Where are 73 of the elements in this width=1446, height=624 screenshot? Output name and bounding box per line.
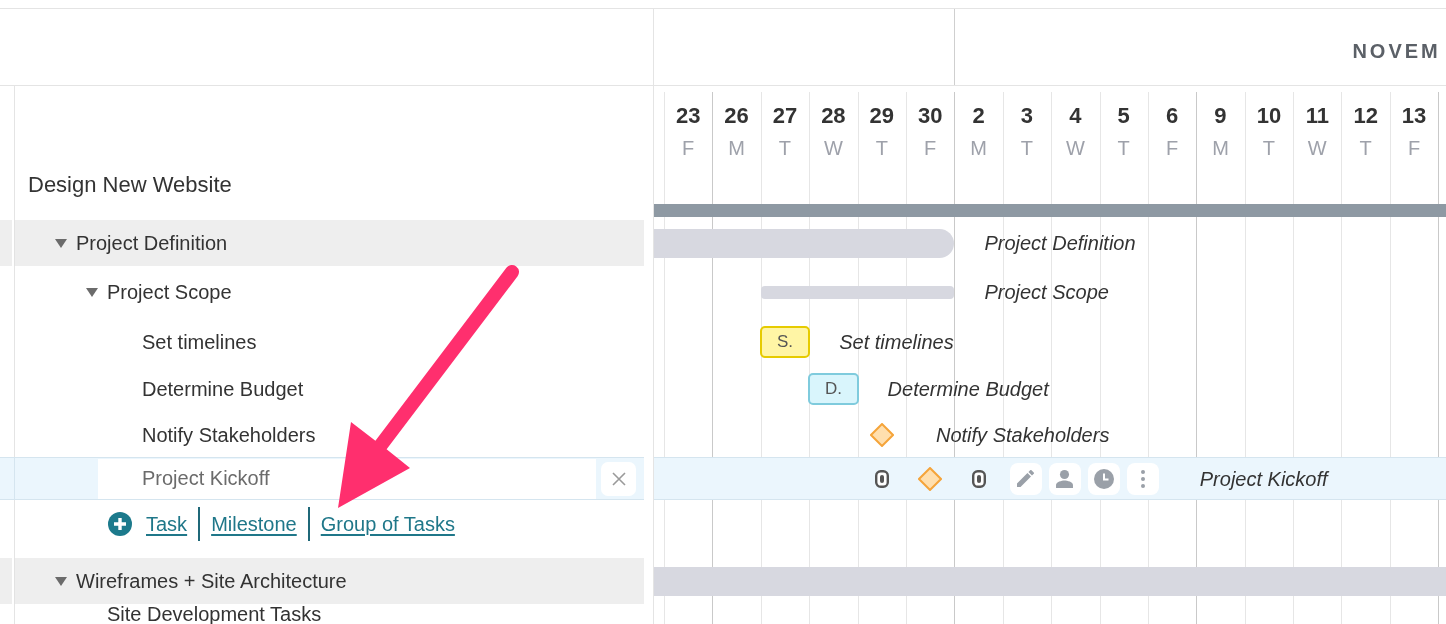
bar-label: Notify Stakeholders — [936, 422, 1110, 447]
person-icon — [1056, 469, 1074, 488]
day-number: 3 — [1020, 103, 1034, 129]
weekday-label: T — [1020, 136, 1034, 160]
day-number: 9 — [1214, 103, 1227, 129]
weekday-label: F — [682, 136, 695, 160]
add-link[interactable]: Task — [146, 512, 188, 536]
group-name[interactable]: Wireframes + Site Architecture — [76, 571, 347, 591]
day-number: 30 — [917, 103, 943, 129]
day-number: 27 — [772, 103, 798, 129]
bar-label: Project Definition — [984, 231, 1136, 255]
weekday-label: F — [1166, 136, 1179, 160]
pill-handle-icon[interactable] — [971, 469, 986, 488]
bar-label: Project Kickoff — [1199, 466, 1328, 491]
weekday-label: M — [970, 136, 987, 160]
caret-down-icon[interactable] — [86, 287, 98, 297]
more-icon — [1140, 469, 1145, 488]
month-label: NOVEM — [1352, 39, 1441, 63]
weekday-label: F — [924, 136, 937, 160]
group-name[interactable]: Project Definition — [76, 233, 228, 253]
weekday-label: T — [778, 136, 792, 160]
day-number: 13 — [1401, 103, 1427, 129]
day-number: 4 — [1069, 103, 1082, 129]
day-number: 28 — [821, 103, 846, 129]
day-number: 12 — [1353, 103, 1378, 129]
caret-down-icon[interactable] — [55, 576, 67, 586]
weekday-label: T — [1262, 136, 1275, 160]
project-title: Design New Website — [28, 172, 232, 198]
pill-handle-icon[interactable] — [874, 469, 889, 488]
day-number: 26 — [724, 103, 749, 129]
more-button[interactable] — [1126, 462, 1159, 495]
bar-label: Determine Budget — [887, 376, 1049, 401]
add-link[interactable]: Group of Tasks — [320, 512, 455, 536]
clock-icon — [1093, 468, 1114, 489]
weekday-label: M — [728, 136, 745, 160]
assign-button[interactable] — [1048, 462, 1081, 495]
task-bar[interactable]: D. — [808, 372, 859, 405]
day-number: 11 — [1305, 103, 1329, 129]
add-icon[interactable] — [108, 512, 132, 536]
weekday-label: T — [1117, 136, 1130, 160]
day-number: 5 — [1117, 103, 1130, 129]
diamond-icon[interactable] — [918, 466, 943, 491]
weekday-label: M — [1212, 136, 1229, 160]
summary-bar[interactable] — [654, 566, 1446, 596]
close-icon — [611, 471, 626, 486]
day-number: 23 — [675, 103, 701, 129]
caret-down-icon[interactable] — [55, 238, 67, 248]
task-name[interactable]: Set timelines — [142, 331, 257, 352]
day-number: 2 — [972, 103, 985, 129]
edit-button[interactable] — [1009, 462, 1042, 495]
task-name[interactable]: Notify Stakeholders — [142, 424, 316, 445]
weekday-label: T — [875, 136, 888, 160]
bar-label: Project Scope — [984, 280, 1109, 304]
task-name[interactable]: Determine Budget — [142, 378, 304, 399]
task-name-field[interactable]: Project Kickoff — [98, 458, 596, 499]
weekday-label: W — [1307, 136, 1327, 160]
weekday-label: T — [1359, 136, 1372, 160]
summary-bar[interactable] — [654, 228, 955, 258]
pencil-icon — [1017, 470, 1035, 487]
summary-bar[interactable] — [760, 285, 955, 299]
add-link[interactable]: Milestone — [211, 512, 297, 536]
day-number: 10 — [1256, 103, 1282, 129]
bar-label: Set timelines — [839, 329, 954, 354]
weekday-label: W — [1065, 136, 1085, 160]
close-button[interactable] — [601, 461, 636, 496]
weekday-label: W — [823, 136, 843, 160]
group-name[interactable]: Project Scope — [107, 282, 232, 302]
weekday-label: F — [1407, 136, 1421, 160]
diamond-icon[interactable] — [869, 422, 894, 447]
schedule-button[interactable] — [1087, 462, 1120, 495]
day-number: 6 — [1165, 103, 1179, 129]
task-bar[interactable]: S. — [759, 325, 811, 358]
day-number: 29 — [869, 103, 894, 129]
